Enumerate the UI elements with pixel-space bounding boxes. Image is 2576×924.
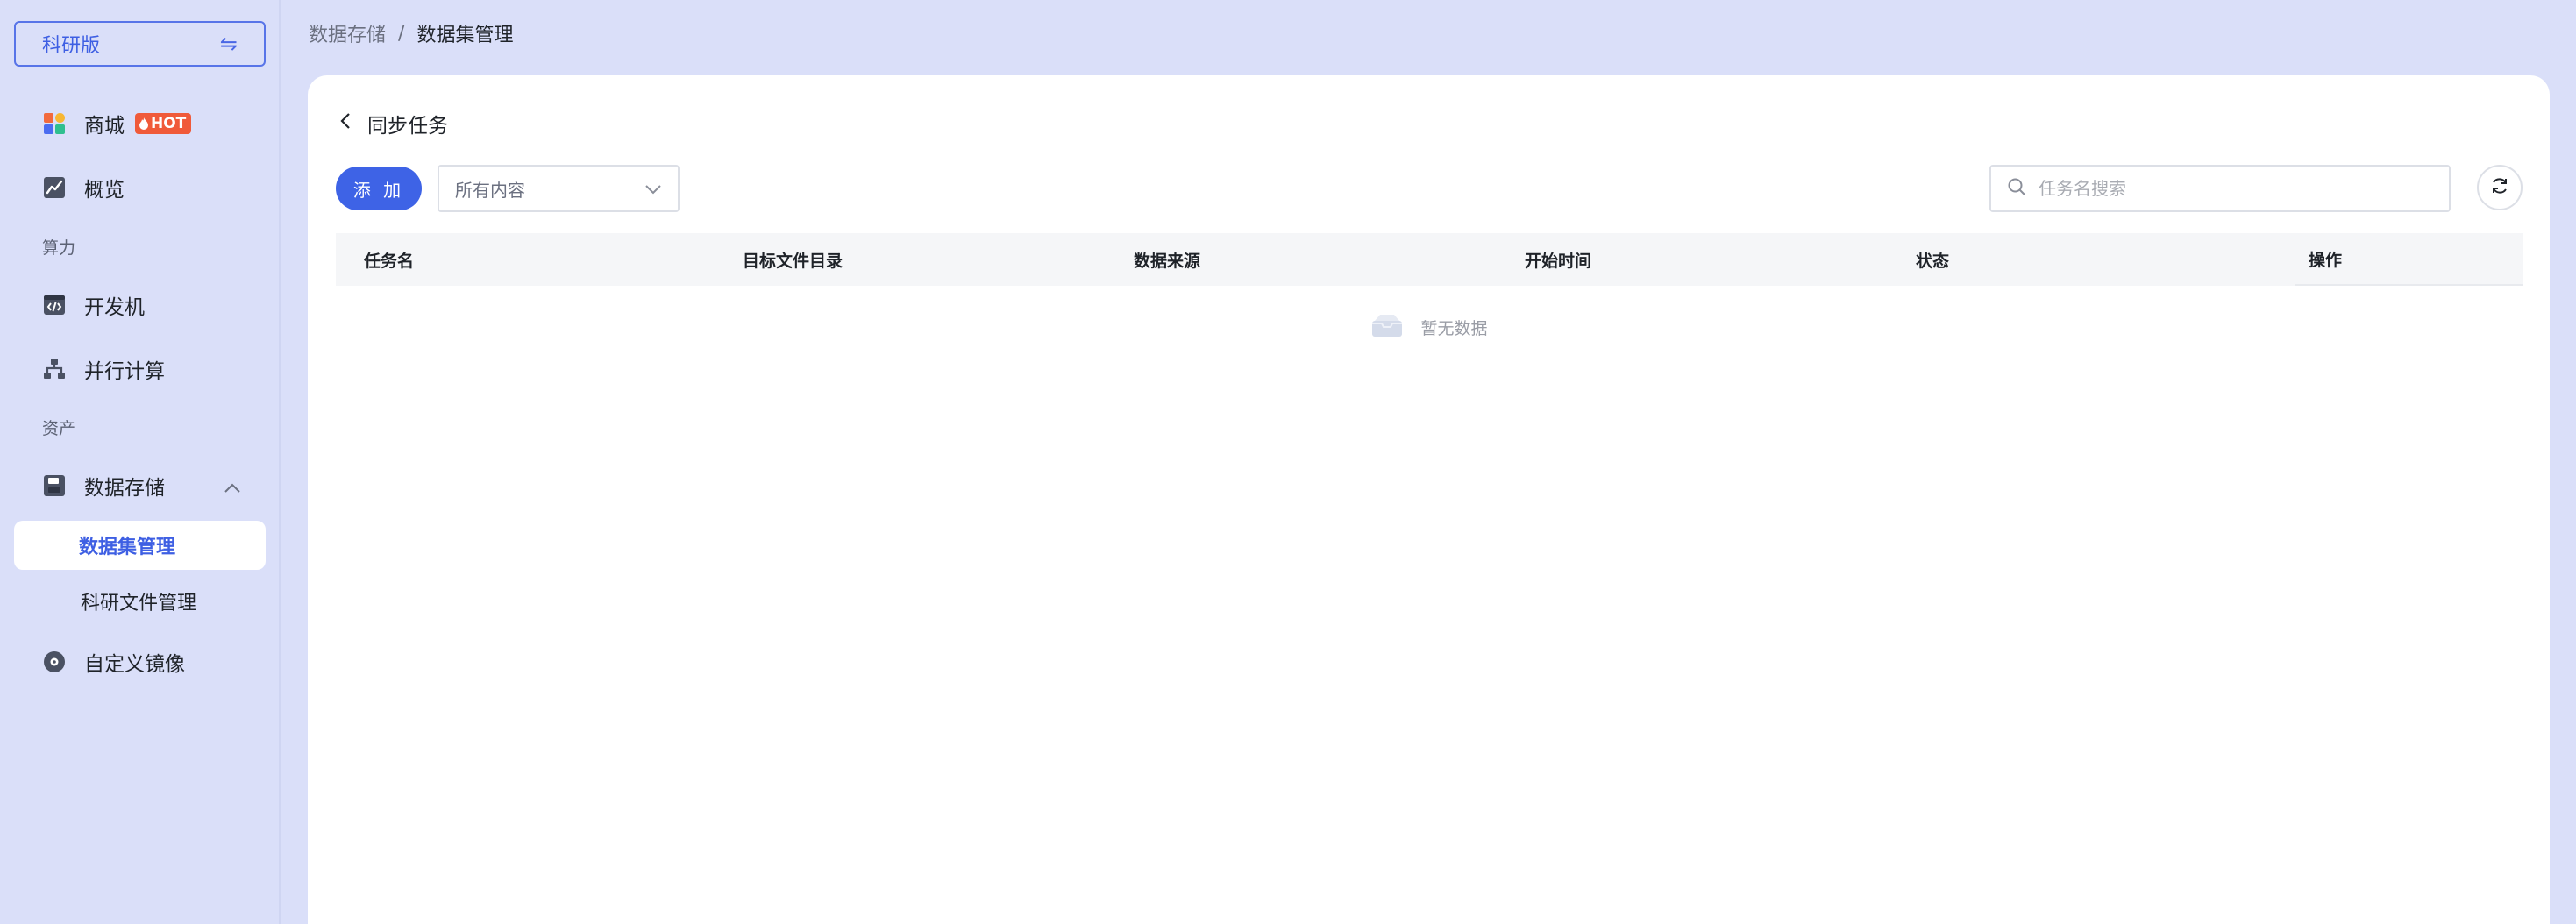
code-icon <box>42 293 67 317</box>
image-icon <box>42 650 67 674</box>
sidebar: 科研版 ⇋ 商城 HOT 概览 算力 开发机 并行计算 资产 数据存储 数据集管… <box>0 0 281 924</box>
empty-state: 暂无数据 <box>308 312 2550 343</box>
chevron-down-icon <box>644 178 662 199</box>
hot-badge-text: HOT <box>151 115 187 132</box>
refresh-icon <box>2489 175 2510 200</box>
sidebar-item-devbox[interactable]: 开发机 <box>14 281 266 330</box>
refresh-button[interactable] <box>2477 165 2523 210</box>
breadcrumb: 数据存储 / 数据集管理 <box>309 19 513 47</box>
breadcrumb-current: 数据集管理 <box>416 25 514 46</box>
breadcrumb-separator: / <box>398 22 405 45</box>
content-filter-select[interactable]: 所有内容 <box>438 165 680 212</box>
chart-icon <box>42 175 67 200</box>
breadcrumb-parent[interactable]: 数据存储 <box>309 19 386 47</box>
cluster-icon <box>42 357 67 381</box>
hot-badge: HOT <box>135 113 192 134</box>
sidebar-item-parallel[interactable]: 并行计算 <box>14 345 266 394</box>
sidebar-item-label: 并行计算 <box>84 360 165 383</box>
sidebar-item-research-files[interactable]: 科研文件管理 <box>14 577 266 626</box>
sidebar-item-label: 开发机 <box>84 296 145 319</box>
app-root: 科研版 ⇋ 商城 HOT 概览 算力 开发机 并行计算 资产 数据存储 数据集管… <box>0 0 2576 924</box>
search-input[interactable] <box>2039 178 2424 199</box>
sidebar-item-label: 概览 <box>84 179 125 202</box>
search-icon <box>2007 177 2026 200</box>
empty-box-icon <box>1370 312 1405 343</box>
search-box[interactable] <box>1989 165 2451 212</box>
flame-icon <box>139 117 148 130</box>
chevron-up-icon <box>224 477 241 500</box>
sidebar-item-label: 商城 <box>84 115 125 138</box>
store-icon <box>42 111 67 136</box>
switch-icon: ⇋ <box>219 32 238 56</box>
edition-switcher[interactable]: 科研版 ⇋ <box>14 21 266 67</box>
main-card: 同步任务 添 加 所有内容 任务名搜索 任务名 目标文件目录 数据来源 开始时间… <box>308 75 2550 924</box>
column-header: 状态 <box>1916 251 1950 271</box>
column-header: 任务名 <box>364 251 415 271</box>
column-header: 开始时间 <box>1525 251 1592 271</box>
page-header[interactable]: 同步任务 <box>339 109 448 139</box>
sidebar-item-label: 自定义镜像 <box>84 653 185 676</box>
storage-icon <box>42 473 67 498</box>
column-header: 操作 <box>2295 233 2523 286</box>
group-label-assets: 资产 <box>42 419 76 438</box>
empty-text: 暂无数据 <box>1420 319 1488 338</box>
back-arrow-icon[interactable] <box>339 111 352 136</box>
table-header: 任务名 目标文件目录 数据来源 开始时间 状态 操作 <box>336 233 2523 286</box>
group-label-compute: 算力 <box>42 238 76 258</box>
add-button[interactable]: 添 加 <box>336 167 422 210</box>
sidebar-item-custom-image[interactable]: 自定义镜像 <box>14 637 266 686</box>
sidebar-item-store[interactable]: 商城 HOT <box>14 99 266 148</box>
sidebar-item-overview[interactable]: 概览 <box>14 163 266 212</box>
sidebar-item-label: 数据集管理 <box>79 537 176 558</box>
column-header: 数据来源 <box>1134 251 1201 271</box>
sidebar-item-dataset-management[interactable]: 数据集管理 <box>14 521 266 570</box>
sidebar-item-label: 科研文件管理 <box>81 593 197 615</box>
page-title: 同步任务 <box>367 115 448 138</box>
select-value: 所有内容 <box>455 179 525 201</box>
sidebar-item-storage[interactable]: 数据存储 <box>14 461 266 510</box>
sidebar-item-label: 数据存储 <box>84 477 165 500</box>
column-header: 目标文件目录 <box>743 251 843 271</box>
edition-label: 科研版 <box>42 35 101 57</box>
